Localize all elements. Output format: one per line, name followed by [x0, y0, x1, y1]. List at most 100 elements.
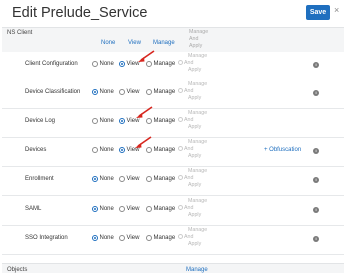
radio-label: None — [99, 176, 114, 182]
radio-view[interactable]: View — [119, 175, 139, 183]
radio-label: View — [126, 235, 140, 241]
radio-circle[interactable] — [92, 147, 98, 153]
objects-manage-link[interactable]: Manage — [186, 267, 208, 273]
radio-circle[interactable] — [119, 61, 125, 67]
permission-row: Devices None View Manage Manage And Apply + Obf… — [2, 138, 344, 167]
permission-row: SAML None View Manage Manage And Apply i — [2, 197, 344, 226]
permission-row: Device Log None View Manage Manage And Apply — [2, 109, 344, 138]
radio-circle[interactable] — [92, 61, 98, 67]
info-icon[interactable]: i — [313, 62, 319, 68]
save-button[interactable]: Save — [306, 5, 330, 20]
radio-circle[interactable] — [146, 147, 152, 153]
radio-circle[interactable] — [119, 147, 125, 153]
radio-view[interactable]: View — [119, 88, 139, 96]
set-all-view-link[interactable]: View — [128, 40, 141, 46]
disabled-radio-circle — [178, 60, 183, 66]
info-icon[interactable]: i — [313, 148, 319, 154]
manage-and-apply-option: Manage And Apply — [178, 110, 207, 131]
manage-and-apply-option: Manage And Apply — [178, 139, 207, 160]
radio-label: None — [99, 89, 114, 95]
radio-circle[interactable] — [92, 89, 98, 95]
dialog-title: Edit Prelude_Service — [12, 5, 148, 21]
disabled-radio-circle — [178, 88, 183, 94]
manage-and-apply-option: Manage And Apply — [178, 198, 207, 219]
radio-label: Manage — [153, 89, 176, 95]
radio-circle[interactable] — [119, 176, 125, 182]
permission-row-label: Devices — [25, 147, 47, 153]
set-all-manage-link[interactable]: Manage — [153, 40, 175, 46]
radio-circle[interactable] — [119, 206, 125, 212]
objects-label: Objects — [7, 267, 28, 273]
radio-label: None — [99, 147, 114, 153]
radio-circle[interactable] — [92, 118, 98, 124]
radio-label: None — [99, 235, 114, 241]
radio-manage[interactable]: Manage — [146, 88, 175, 96]
radio-circle[interactable] — [146, 118, 152, 124]
set-all-none-link[interactable]: None — [101, 40, 115, 46]
radio-circle[interactable] — [119, 118, 125, 124]
radio-label: None — [99, 206, 114, 212]
permission-row-label: Device Log — [25, 118, 56, 124]
disabled-radio-circle — [178, 146, 183, 152]
radio-none[interactable]: None — [92, 205, 114, 213]
permission-row: Device Classification None View Manage Manag… — [2, 80, 344, 109]
obfuscation-link[interactable]: + Obfuscation — [264, 147, 301, 153]
radio-label: Manage — [153, 235, 176, 241]
radio-none[interactable]: None — [92, 88, 114, 96]
radio-view[interactable]: View — [119, 146, 139, 154]
objects-section-header: Objects Manage — [2, 263, 344, 273]
radio-label: Manage — [153, 176, 176, 182]
radio-manage[interactable]: Manage — [146, 117, 175, 125]
manage-and-apply-option: Manage And Apply — [178, 81, 207, 102]
radio-manage[interactable]: Manage — [146, 205, 175, 213]
info-icon[interactable]: i — [313, 177, 319, 183]
radio-view[interactable]: View — [119, 60, 139, 68]
radio-manage[interactable]: Manage — [146, 175, 175, 183]
radio-none[interactable]: None — [92, 117, 114, 125]
close-icon[interactable]: × — [334, 6, 339, 15]
permission-row: Enrollment None View Manage Manage And Apply i — [2, 167, 344, 196]
radio-circle[interactable] — [119, 89, 125, 95]
radio-none[interactable]: None — [92, 175, 114, 183]
radio-none[interactable]: None — [92, 234, 114, 242]
radio-label: View — [126, 147, 140, 153]
permission-row-label: Enrollment — [25, 176, 54, 182]
radio-none[interactable]: None — [92, 146, 114, 154]
set-all-manage-and-apply-label: Manage And Apply — [189, 29, 209, 49]
radio-label: Manage — [153, 61, 176, 67]
disabled-radio-circle — [178, 205, 183, 211]
permission-row: SSO Integration None View Manage Manage And Ap… — [2, 226, 344, 255]
permission-row-label: Client Configuration — [25, 61, 78, 67]
radio-manage[interactable]: Manage — [146, 60, 175, 68]
permission-row-label: Device Classification — [25, 89, 81, 95]
radio-manage[interactable]: Manage — [146, 146, 175, 154]
radio-label: None — [99, 118, 114, 124]
dialog-header: Edit Prelude_Service Save × — [0, 0, 346, 30]
radio-circle[interactable] — [146, 235, 152, 241]
radio-view[interactable]: View — [119, 234, 139, 242]
radio-manage[interactable]: Manage — [146, 234, 175, 242]
radio-circle[interactable] — [119, 235, 125, 241]
info-icon[interactable]: i — [313, 207, 319, 213]
radio-label: Manage — [153, 147, 176, 153]
radio-view[interactable]: View — [119, 117, 139, 125]
radio-label: View — [126, 118, 140, 124]
manage-and-apply-option: Manage And Apply — [178, 53, 207, 74]
info-icon[interactable]: i — [313, 90, 319, 96]
ns-client-section-header: NS Client None View Manage Manage And Ap… — [2, 27, 344, 53]
radio-none[interactable]: None — [92, 60, 114, 68]
permission-row: Client Configuration None View Manage Manage… — [2, 52, 344, 81]
radio-circle[interactable] — [146, 206, 152, 212]
manage-and-apply-option: Manage And Apply — [178, 227, 207, 248]
disabled-radio-circle — [178, 117, 183, 123]
radio-circle[interactable] — [92, 235, 98, 241]
disabled-radio-circle — [178, 234, 183, 240]
radio-circle[interactable] — [146, 89, 152, 95]
radio-circle[interactable] — [92, 176, 98, 182]
radio-view[interactable]: View — [119, 205, 139, 213]
radio-circle[interactable] — [146, 61, 152, 67]
radio-circle[interactable] — [92, 206, 98, 212]
radio-label: View — [126, 89, 140, 95]
info-icon[interactable]: i — [313, 236, 319, 242]
radio-circle[interactable] — [146, 176, 152, 182]
